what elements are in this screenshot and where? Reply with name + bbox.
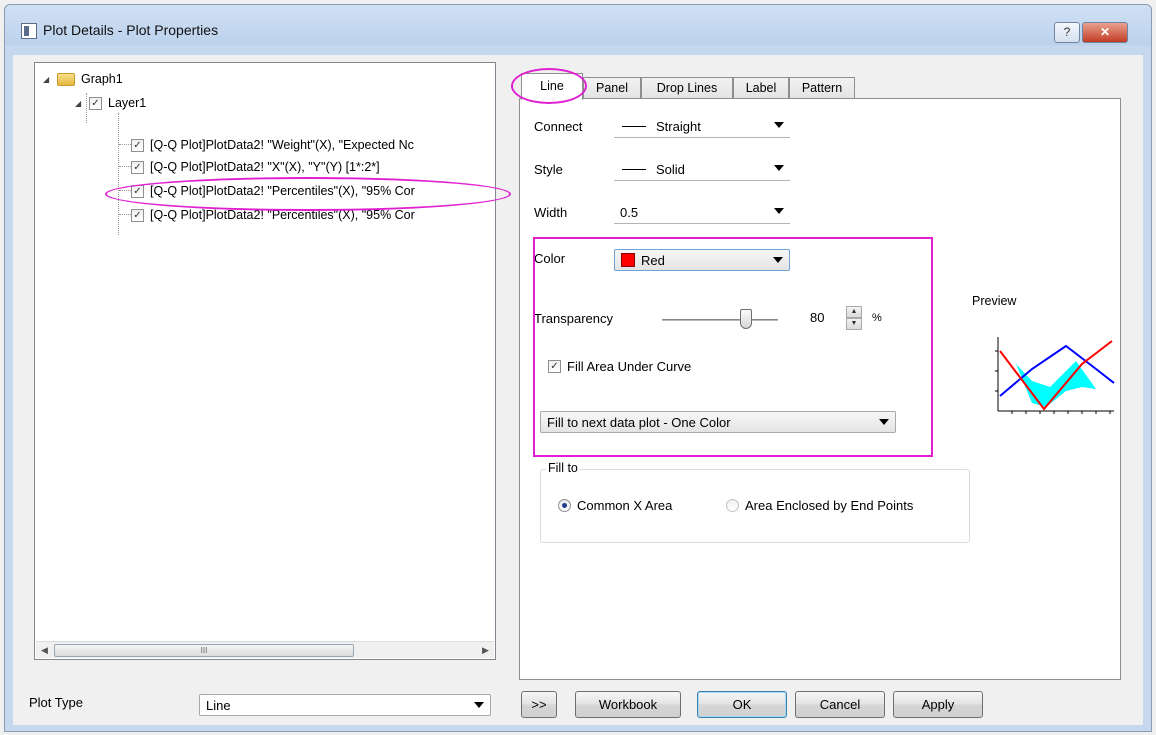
- fill-area-checkbox-row[interactable]: ✓ Fill Area Under Curve: [548, 359, 691, 374]
- style-select[interactable]: Solid: [614, 159, 790, 181]
- close-button[interactable]: ✕: [1082, 22, 1128, 43]
- plot-type-value: Line: [206, 697, 231, 713]
- scroll-left-icon[interactable]: ◀: [36, 642, 53, 659]
- tree-node-layer[interactable]: ◢ ✓ Layer1: [75, 93, 146, 113]
- color-value: Red: [641, 252, 665, 268]
- fill-mode-select[interactable]: Fill to next data plot - One Color: [540, 411, 896, 433]
- radio-selected-icon[interactable]: [558, 499, 571, 512]
- plot-checkbox[interactable]: ✓: [131, 184, 144, 198]
- transparency-unit: %: [872, 312, 882, 324]
- tab-line[interactable]: Line: [521, 73, 583, 100]
- radio-area-enclosed[interactable]: Area Enclosed by End Points: [726, 498, 913, 513]
- tree-plot-item[interactable]: ✓ [Q-Q Plot]PlotData2! "X"(X), "Y"(Y) [1…: [131, 157, 380, 177]
- plot-tree[interactable]: ◢ Graph1 ◢ ✓ Layer1 ✓ [Q-Q Plot]PlotData…: [34, 62, 496, 660]
- color-swatch: [621, 253, 635, 267]
- chevron-down-icon: [773, 257, 783, 263]
- tab-pattern[interactable]: Pattern: [789, 77, 855, 99]
- scrollbar-thumb[interactable]: III: [54, 644, 354, 657]
- plot-type-select[interactable]: Line: [199, 694, 491, 716]
- spin-up-icon[interactable]: ▲: [846, 306, 862, 318]
- transparency-slider-thumb[interactable]: [740, 309, 752, 329]
- transparency-slider[interactable]: [662, 319, 778, 321]
- help-button[interactable]: ?: [1054, 22, 1080, 43]
- layer-checkbox[interactable]: ✓: [89, 96, 102, 110]
- preview-graphic: [995, 337, 1115, 414]
- tree-plot-item[interactable]: ✓ [Q-Q Plot]PlotData2! "Weight"(X), "Exp…: [131, 135, 414, 155]
- title-bar: Plot Details - Plot Properties ? ✕: [5, 5, 1151, 55]
- chevron-down-icon: [474, 702, 484, 708]
- workbook-button[interactable]: Workbook: [575, 691, 681, 718]
- cancel-button[interactable]: Cancel: [795, 691, 885, 718]
- chevron-down-icon: [879, 419, 889, 425]
- window-title: Plot Details - Plot Properties: [43, 22, 219, 38]
- line-tab-panel: Connect Straight Style Solid Width 0.5 C…: [519, 98, 1121, 680]
- plot-item-label: [Q-Q Plot]PlotData2! "Percentiles"(X), "…: [150, 208, 415, 222]
- preview-ticks: [995, 350, 1111, 414]
- style-value: Solid: [656, 162, 685, 177]
- radio-common-x-area[interactable]: Common X Area: [558, 498, 672, 513]
- connect-value: Straight: [656, 119, 701, 134]
- collapse-arrow-icon[interactable]: ◢: [43, 75, 53, 84]
- style-label: Style: [534, 162, 563, 177]
- plot-item-label: [Q-Q Plot]PlotData2! "X"(X), "Y"(Y) [1*:…: [150, 160, 380, 174]
- tree-connector: [118, 113, 119, 235]
- plot-checkbox[interactable]: ✓: [131, 208, 144, 222]
- connect-label: Connect: [534, 119, 583, 134]
- plot-item-label: [Q-Q Plot]PlotData2! "Weight"(X), "Expec…: [150, 138, 414, 152]
- connect-select[interactable]: Straight: [614, 116, 790, 138]
- plot-checkbox[interactable]: ✓: [131, 138, 144, 152]
- fill-mode-value: Fill to next data plot - One Color: [547, 414, 731, 430]
- collapse-arrow-icon[interactable]: ◢: [75, 99, 85, 108]
- fill-area-checkbox[interactable]: ✓: [548, 360, 561, 373]
- transparency-input[interactable]: 80: [804, 307, 844, 329]
- tab-drop-lines[interactable]: Drop Lines: [641, 77, 733, 99]
- width-label: Width: [534, 205, 568, 220]
- apply-button[interactable]: Apply: [893, 691, 983, 718]
- spin-down-icon[interactable]: ▼: [846, 318, 862, 330]
- chevron-down-icon: [774, 165, 784, 171]
- horizontal-scrollbar[interactable]: ◀ III ▶: [36, 641, 494, 658]
- tree-node-label: Graph1: [81, 72, 123, 86]
- fill-area-label: Fill Area Under Curve: [567, 359, 692, 374]
- chevron-down-icon: [774, 122, 784, 128]
- folder-icon: [57, 72, 75, 86]
- solid-line-icon: [622, 169, 646, 170]
- dialog-body: ◢ Graph1 ◢ ✓ Layer1 ✓ [Q-Q Plot]PlotData…: [13, 55, 1143, 725]
- transparency-label: Transparency: [534, 311, 613, 326]
- tree-plot-item[interactable]: ✓ [Q-Q Plot]PlotData2! "Percentiles"(X),…: [131, 205, 415, 225]
- plot-item-label: [Q-Q Plot]PlotData2! "Percentiles"(X), "…: [150, 184, 415, 198]
- plot-type-label: Plot Type: [29, 695, 83, 710]
- width-select[interactable]: 0.5: [614, 202, 790, 224]
- radio-unselected-icon[interactable]: [726, 499, 739, 512]
- width-value: 0.5: [620, 205, 639, 220]
- color-select[interactable]: Red: [614, 249, 790, 271]
- expand-button[interactable]: >>: [521, 691, 557, 718]
- transparency-spinner[interactable]: ▲ ▼: [846, 306, 862, 330]
- plot-details-dialog: Plot Details - Plot Properties ? ✕ ◢ Gra…: [4, 4, 1152, 732]
- window-icon: [21, 23, 37, 39]
- ok-button[interactable]: OK: [697, 691, 787, 718]
- chevron-down-icon: [774, 208, 784, 214]
- tree-plot-item-selected[interactable]: ✓ [Q-Q Plot]PlotData2! "Percentiles"(X),…: [131, 181, 415, 201]
- plot-checkbox[interactable]: ✓: [131, 160, 144, 174]
- radio-label: Area Enclosed by End Points: [745, 498, 914, 513]
- preview-fill-area: [1016, 361, 1096, 407]
- fill-to-label: Fill to: [546, 461, 580, 475]
- radio-label: Common X Area: [577, 498, 673, 513]
- straight-line-icon: [622, 126, 646, 127]
- tree-node-label: Layer1: [108, 96, 147, 110]
- tab-panel[interactable]: Panel: [583, 77, 641, 99]
- tree-node-graph[interactable]: ◢ Graph1: [43, 69, 123, 89]
- scroll-right-icon[interactable]: ▶: [477, 642, 494, 659]
- color-label: Color: [534, 251, 566, 266]
- preview-label: Preview: [972, 294, 1017, 308]
- tab-label[interactable]: Label: [733, 77, 789, 99]
